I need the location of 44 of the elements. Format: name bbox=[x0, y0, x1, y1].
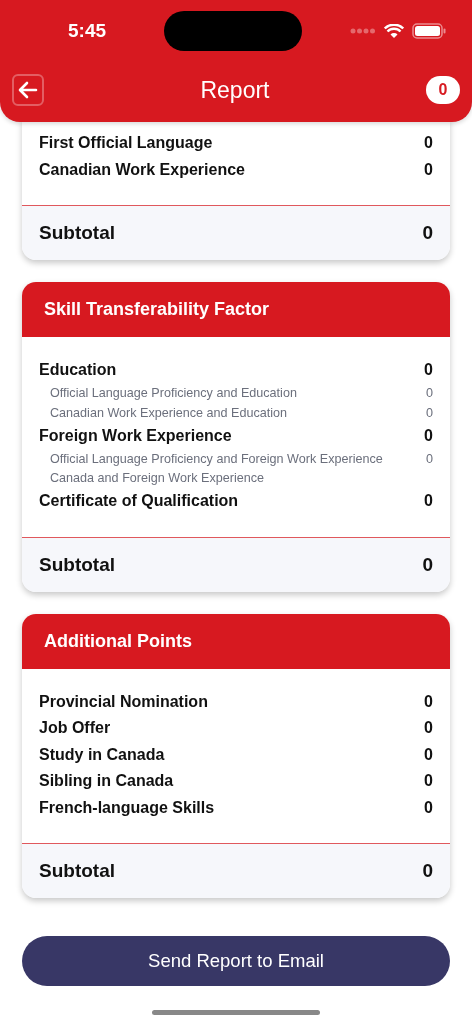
factor-score: 0 bbox=[424, 426, 433, 445]
subtotal-label: Subtotal bbox=[39, 553, 115, 576]
send-email-button[interactable]: Send Report to Email bbox=[22, 936, 450, 986]
factor-score: 0 bbox=[424, 134, 433, 153]
subtotal-label: Subtotal bbox=[39, 860, 115, 882]
factor-score: 0 bbox=[424, 798, 433, 817]
subtotal-score: 0 bbox=[422, 553, 433, 576]
factor-score: 0 bbox=[424, 772, 433, 791]
subfactor-score: 0 bbox=[426, 386, 433, 401]
subfactor-label: Canada and Foreign Work Experience bbox=[50, 471, 264, 486]
factor-label: Job Offer bbox=[39, 719, 111, 738]
factor-label: Provincial Nomination bbox=[39, 692, 208, 711]
count-badge: 0 bbox=[426, 76, 460, 104]
card-header: Additional Points bbox=[22, 613, 450, 669]
back-button[interactable] bbox=[12, 74, 44, 106]
subfactor-label: Canadian Work Experience and Education bbox=[50, 405, 288, 420]
factor-score: 0 bbox=[424, 160, 433, 179]
factor-label: Foreign Work Experience bbox=[39, 426, 232, 445]
page-title: Report bbox=[200, 76, 270, 104]
factor-label: Certificate of Qualification bbox=[39, 492, 239, 511]
factor-label: Education bbox=[39, 361, 117, 380]
wifi-icon bbox=[384, 23, 404, 39]
factor-label: Study in Canada bbox=[39, 745, 165, 764]
factor-label: Canadian Work Experience bbox=[39, 160, 245, 179]
factor-label: Sibling in Canada bbox=[39, 772, 174, 791]
factor-label: French-language Skills bbox=[39, 798, 215, 817]
back-arrow-icon bbox=[18, 81, 38, 99]
subfactor-label: Official Language Proficiency and Education bbox=[50, 386, 297, 401]
status-time: 5:45 bbox=[68, 20, 107, 42]
factor-score: 0 bbox=[424, 492, 433, 511]
factor-label: First Official Language bbox=[39, 134, 213, 153]
battery-icon bbox=[412, 23, 446, 39]
factor-score: 0 bbox=[424, 745, 433, 764]
signal-icon bbox=[350, 28, 376, 34]
subfactor-label: Official Language Proficiency and Foreign Work Experience bbox=[50, 451, 383, 466]
subfactor-score: 0 bbox=[426, 405, 433, 420]
subtotal-score: 0 bbox=[422, 222, 433, 244]
factor-score: 0 bbox=[424, 692, 433, 711]
factor-score: 0 bbox=[424, 361, 433, 380]
factor-score: 0 bbox=[424, 719, 433, 738]
subfactor-score: 0 bbox=[426, 451, 433, 466]
subtotal-label: Subtotal bbox=[39, 222, 115, 244]
subtotal-score: 0 bbox=[422, 860, 433, 882]
card-header: Skill Transferability Factor bbox=[22, 282, 450, 337]
